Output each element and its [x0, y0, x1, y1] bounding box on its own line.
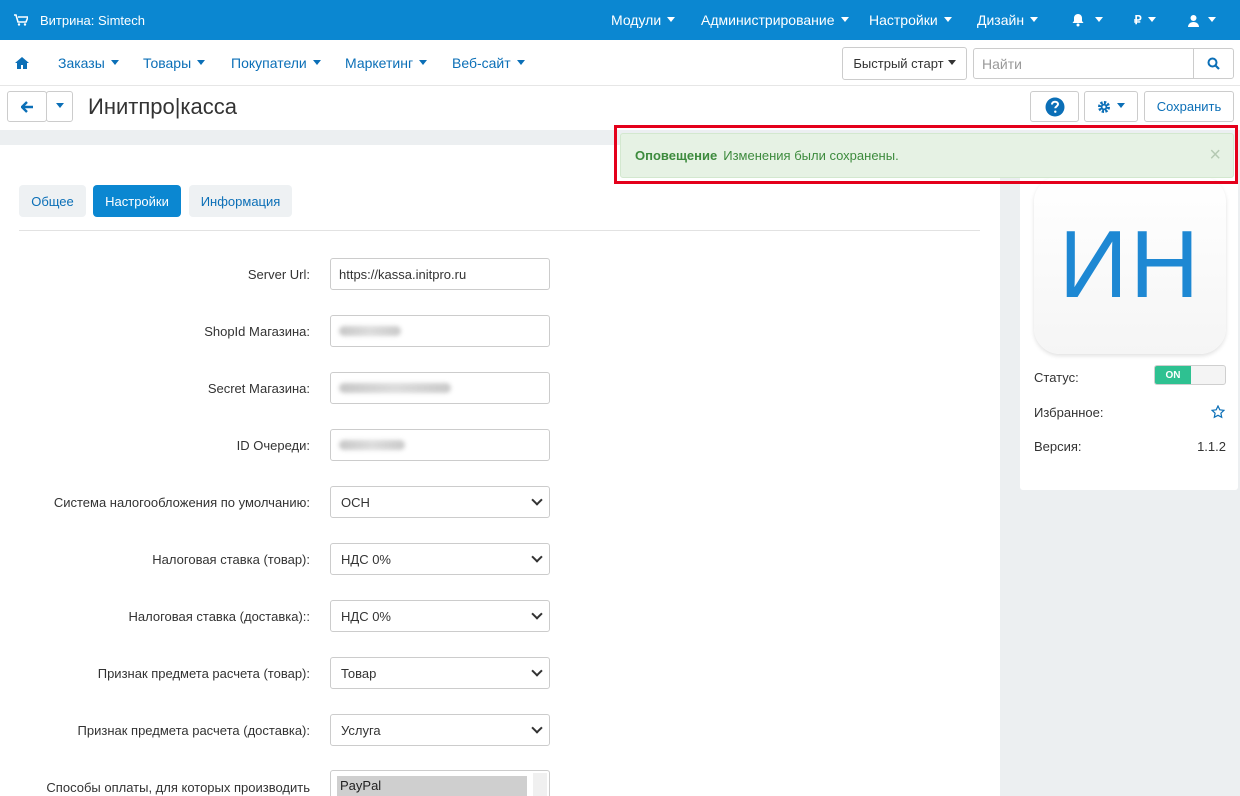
caret-icon [110, 59, 119, 65]
tax-rate-product-select[interactable]: НДС 0% [330, 543, 550, 575]
home-icon [15, 57, 29, 69]
tax-rate-delivery-label: Налоговая ставка (доставка):: [128, 609, 310, 624]
caret-icon [312, 59, 321, 65]
tab-general[interactable]: Общее [19, 185, 86, 217]
caret-icon [419, 59, 428, 65]
back-button[interactable] [7, 91, 47, 122]
arrow-left-icon [20, 100, 33, 113]
tab-divider [19, 230, 980, 231]
payments-multiselect[interactable]: PayPal [330, 770, 550, 796]
queue-id-input[interactable] [330, 429, 550, 461]
secret-input[interactable] [330, 372, 550, 404]
page-title: Инитпро|касса [88, 94, 238, 119]
server-url-label: Server Url: [247, 267, 310, 282]
addon-logo: ИН [1034, 176, 1226, 354]
store-switcher[interactable]: Витрина: Simtech [14, 0, 145, 40]
user-icon [1188, 14, 1199, 27]
bell-icon [1072, 14, 1084, 27]
cart-icon [14, 14, 28, 26]
version-label: Версия: [1034, 439, 1082, 454]
tax-rate-delivery-select[interactable]: НДС 0% [330, 600, 550, 632]
question-circle-icon [1045, 97, 1064, 116]
back-dropdown-button[interactable] [46, 91, 73, 122]
chevron-down-icon [531, 665, 543, 677]
caret-icon [55, 103, 64, 108]
store-label: Витрина: Simtech [40, 12, 145, 28]
star-icon[interactable] [1211, 405, 1225, 419]
shop-id-input[interactable] [330, 315, 550, 347]
menu-settings[interactable]: Настройки [869, 0, 952, 40]
tax-rate-product-label: Налоговая ставка (товар): [152, 552, 310, 567]
subject-delivery-select[interactable]: Услуга [330, 714, 550, 746]
status-toggle-on: ON [1155, 366, 1191, 384]
chevron-down-icon [531, 551, 543, 563]
settings-dropdown-button[interactable] [1084, 91, 1138, 122]
caret-icon [1147, 16, 1156, 22]
tab-settings[interactable]: Настройки [93, 185, 181, 217]
top-bar: Витрина: Simtech Модули Администрировани… [0, 0, 1240, 40]
caret-icon [947, 60, 956, 65]
status-toggle[interactable]: ON [1154, 365, 1226, 385]
currency-button[interactable]: ₽ [1134, 0, 1156, 40]
status-label: Статус: [1034, 370, 1079, 385]
secret-label: Secret Магазина: [207, 381, 310, 396]
search-icon [1207, 57, 1220, 70]
quick-start-button[interactable]: Быстрый старт [842, 47, 967, 80]
caret-icon [1117, 103, 1125, 108]
gear-icon [1098, 100, 1110, 113]
user-menu-button[interactable] [1187, 0, 1216, 40]
chevron-down-icon [531, 722, 543, 734]
caret-icon [667, 16, 676, 22]
nav-products[interactable]: Товары [143, 40, 206, 86]
caret-icon [840, 16, 849, 22]
redacted-value [339, 326, 401, 336]
menu-modules[interactable]: Модули [611, 0, 676, 40]
caret-icon [943, 16, 952, 22]
scrollbar[interactable] [533, 773, 547, 796]
search-input[interactable]: Найти [973, 48, 1194, 79]
currency-label: ₽ [1134, 13, 1142, 27]
home-button[interactable] [15, 40, 29, 86]
payments-option[interactable]: PayPal [337, 776, 527, 796]
save-button[interactable]: Сохранить [1144, 91, 1234, 122]
shop-id-label: ShopId Магазина: [204, 324, 310, 339]
caret-icon [1208, 16, 1216, 22]
tax-system-select[interactable]: ОСН [330, 486, 550, 518]
tab-information[interactable]: Информация [189, 185, 292, 217]
main-content [0, 145, 1000, 796]
nav-marketing[interactable]: Маркетинг [345, 40, 428, 86]
chevron-down-icon [531, 494, 543, 506]
caret-icon [516, 59, 525, 65]
payments-label: Способы оплаты, для которых производить [46, 780, 310, 795]
notifications-button[interactable] [1071, 0, 1103, 40]
server-url-input[interactable]: https://kassa.initpro.ru [330, 258, 550, 290]
chevron-down-icon [531, 608, 543, 620]
queue-id-label: ID Очереди: [236, 438, 310, 453]
tax-system-label: Система налогообложения по умолчанию: [53, 495, 310, 510]
redacted-value [339, 383, 451, 393]
caret-icon [1095, 16, 1103, 22]
nav-orders[interactable]: Заказы [58, 40, 119, 86]
version-value: 1.1.2 [1197, 439, 1226, 454]
nav-customers[interactable]: Покупатели [231, 40, 321, 86]
search-button[interactable] [1193, 48, 1234, 79]
help-button[interactable] [1030, 91, 1079, 122]
subject-product-label: Признак предмета расчета (товар): [97, 666, 310, 681]
nav-website[interactable]: Веб-сайт [452, 40, 525, 86]
redacted-value [339, 440, 405, 450]
annotation-highlight [614, 125, 1238, 184]
subject-product-select[interactable]: Товар [330, 657, 550, 689]
menu-administration[interactable]: Администрирование [701, 0, 849, 40]
favorite-label: Избранное: [1034, 405, 1104, 420]
menu-design[interactable]: Дизайн [977, 0, 1039, 40]
caret-icon [1030, 16, 1039, 22]
caret-icon [197, 59, 206, 65]
subject-delivery-label: Признак предмета расчета (доставка): [77, 723, 310, 738]
